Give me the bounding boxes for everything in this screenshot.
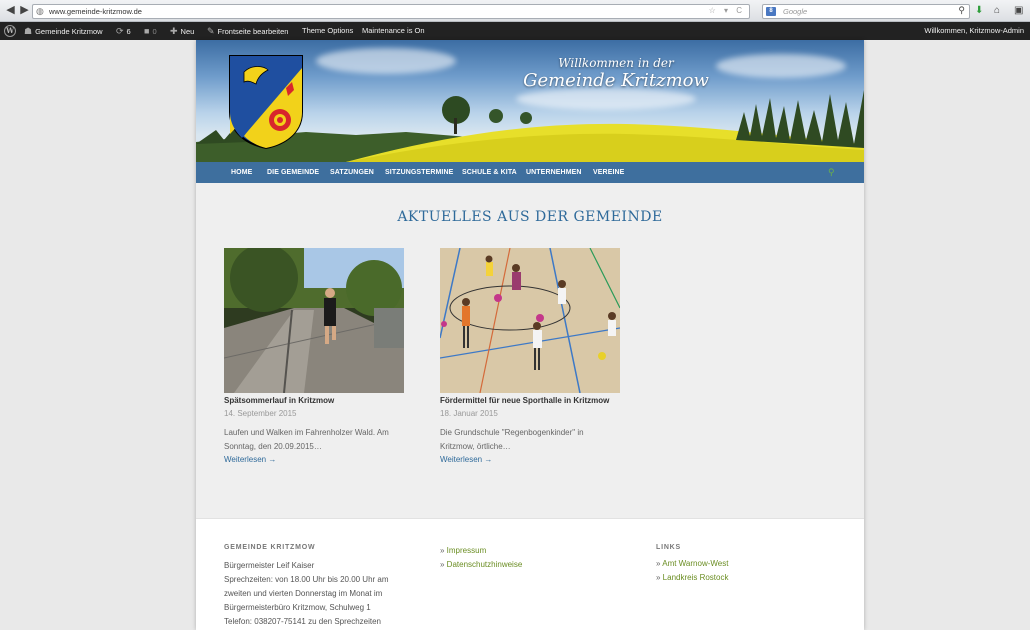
coat-of-arms-logo: [229, 55, 303, 150]
wp-admin-bar: W ☗ Gemeinde Kritzmow ⟳ 6 ■ 0 ✚ Neu ✎ Frontse…: [0, 22, 1030, 40]
site-header: Willkommen in der Gemeinde Kritzmow: [196, 40, 864, 162]
page-container: Willkommen in der Gemeinde Kritzmow HOME…: [196, 40, 864, 630]
download-icon[interactable]: ⬇: [975, 4, 983, 17]
post-excerpt: Die Grundschule "Regenbogenkinder" in Kr…: [440, 426, 625, 454]
read-more-link[interactable]: Weiterlesen →: [224, 455, 276, 464]
nav-item-vereine[interactable]: VEREINE: [593, 162, 624, 183]
post-excerpt: Laufen und Walken im Fahrenholzer Wald. …: [224, 426, 409, 454]
post-image-sporthalle[interactable]: [440, 248, 620, 393]
adminbar-new-label: Neu: [180, 27, 195, 36]
adminbar-edit-label: Frontseite bearbeiten: [217, 27, 289, 36]
footer-link-datenschutz[interactable]: » Datenschutzhinweise: [440, 560, 522, 569]
post-date: 18. Januar 2015: [440, 409, 498, 418]
updates-count: 6: [126, 27, 131, 36]
header-welcome-line1: Willkommen in der: [558, 56, 674, 70]
raquo-icon: »: [440, 560, 447, 569]
main-navigation: HOME DIE GEMEINDE SATZUNGEN SITZUNGSTERM…: [196, 162, 864, 183]
adminbar-edit[interactable]: ✎ Frontseite bearbeiten: [207, 22, 288, 40]
nav-item-unternehmen[interactable]: UNTERNEHMEN: [526, 162, 582, 183]
wordpress-logo-icon[interactable]: W: [4, 25, 16, 37]
search-icon[interactable]: ⚲: [828, 167, 835, 178]
search-icon[interactable]: ⚲: [958, 5, 965, 16]
footer-link-amt[interactable]: » Amt Warnow-West: [656, 559, 728, 568]
footer-link-label[interactable]: Amt Warnow-West: [662, 559, 728, 568]
globe-icon: ◍: [36, 6, 44, 16]
post-excerpt-line: Kritzmow, örtliche…: [440, 442, 511, 451]
menu-icon[interactable]: ▣: [1014, 4, 1023, 17]
nav-item-gemeinde[interactable]: DIE GEMEINDE: [267, 162, 319, 183]
adminbar-updates[interactable]: ⟳ 6: [116, 22, 131, 40]
footer-heading: GEMEINDE KRITZMOW: [224, 544, 316, 551]
adminbar-site[interactable]: ☗ Gemeinde Kritzmow: [24, 22, 103, 40]
post-title[interactable]: Fördermittel für neue Sporthalle in Krit…: [440, 396, 609, 405]
bookmark-star-icon[interactable]: ☆ ▾ C: [709, 6, 745, 15]
footer-link-impressum[interactable]: » Impressum: [440, 546, 486, 555]
pencil-icon: ✎: [207, 26, 215, 36]
footer-contact: Bürgermeister Leif Kaiser Sprechzeiten: …: [224, 559, 389, 629]
raquo-icon: »: [440, 546, 447, 555]
post-image-spaetsommerlauf[interactable]: [224, 248, 404, 393]
footer-link-label[interactable]: Landkreis Rostock: [663, 573, 729, 582]
footer-link-landkreis[interactable]: » Landkreis Rostock: [656, 573, 728, 582]
search-bar[interactable]: 8 Google ⚲: [762, 4, 970, 19]
read-more-link[interactable]: Weiterlesen →: [440, 455, 492, 464]
adminbar-comments[interactable]: ■ 0: [144, 22, 157, 40]
adminbar-site-name: Gemeinde Kritzmow: [35, 27, 103, 36]
footer-contact-line: Bürgermeister Leif Kaiser: [224, 561, 315, 570]
back-icon[interactable]: ◀: [4, 4, 17, 17]
comment-icon: ■: [144, 26, 150, 36]
raquo-icon: »: [656, 573, 663, 582]
adminbar-maintenance[interactable]: Maintenance is On: [362, 22, 425, 40]
plus-icon: ✚: [170, 26, 178, 36]
nav-item-sitzungstermine[interactable]: SITZUNGSTERMINE: [385, 162, 453, 183]
post-excerpt-line: Sonntag, den 20.09.2015…: [224, 442, 322, 451]
nav-item-schule-kita[interactable]: SCHULE & KITA: [462, 162, 517, 183]
footer-link-label[interactable]: Datenschutzhinweise: [447, 560, 523, 569]
comments-count: 0: [152, 27, 157, 36]
forward-icon[interactable]: ▶: [18, 4, 31, 17]
header-welcome-line2: Gemeinde Kritzmow: [523, 70, 709, 91]
post-excerpt-line: Die Grundschule "Regenbogenkinder" in: [440, 428, 584, 437]
footer-heading: LINKS: [656, 544, 681, 551]
nav-item-satzungen[interactable]: SATZUNGEN: [330, 162, 374, 183]
post-date: 14. September 2015: [224, 409, 297, 418]
post-title[interactable]: Spätsommerlauf in Kritzmow: [224, 396, 334, 405]
footer-contact-line: Telefon: 038207-75141 zu den Sprechzeite…: [224, 617, 382, 626]
url-text[interactable]: www.gemeinde-kritzmow.de: [49, 7, 142, 16]
search-input[interactable]: Google: [783, 7, 807, 16]
site-footer: GEMEINDE KRITZMOW Bürgermeister Leif Kai…: [196, 518, 864, 630]
home-icon[interactable]: ⌂: [994, 4, 1000, 17]
footer-contact-line: zweiten und vierten Donnerstag im Monat …: [224, 589, 383, 598]
adminbar-new[interactable]: ✚ Neu: [170, 22, 194, 40]
footer-contact-line: Bürgermeisterbüro Kritzmow, Schulweg 1: [224, 603, 371, 612]
adminbar-theme-options[interactable]: Theme Options: [302, 22, 353, 40]
updates-icon: ⟳: [116, 26, 124, 36]
search-engine-icon[interactable]: 8: [766, 7, 776, 16]
post-excerpt-line: Laufen und Walken im Fahrenholzer Wald. …: [224, 428, 389, 437]
adminbar-greeting[interactable]: Willkommen, Kritzmow-Admin: [924, 22, 1024, 40]
address-bar[interactable]: ◍ www.gemeinde-kritzmow.de ☆ ▾ C: [32, 4, 750, 19]
footer-contact-line: Sprechzeiten: von 18.00 Uhr bis 20.00 Uh…: [224, 575, 389, 584]
section-title: AKTUELLES AUS DER GEMEINDE: [397, 209, 663, 225]
browser-toolbar: ◀ ▶ ◍ www.gemeinde-kritzmow.de ☆ ▾ C 8 G…: [0, 0, 1030, 22]
dashboard-icon: ☗: [24, 26, 33, 36]
nav-item-home[interactable]: HOME: [231, 162, 252, 183]
footer-link-label[interactable]: Impressum: [447, 546, 487, 555]
